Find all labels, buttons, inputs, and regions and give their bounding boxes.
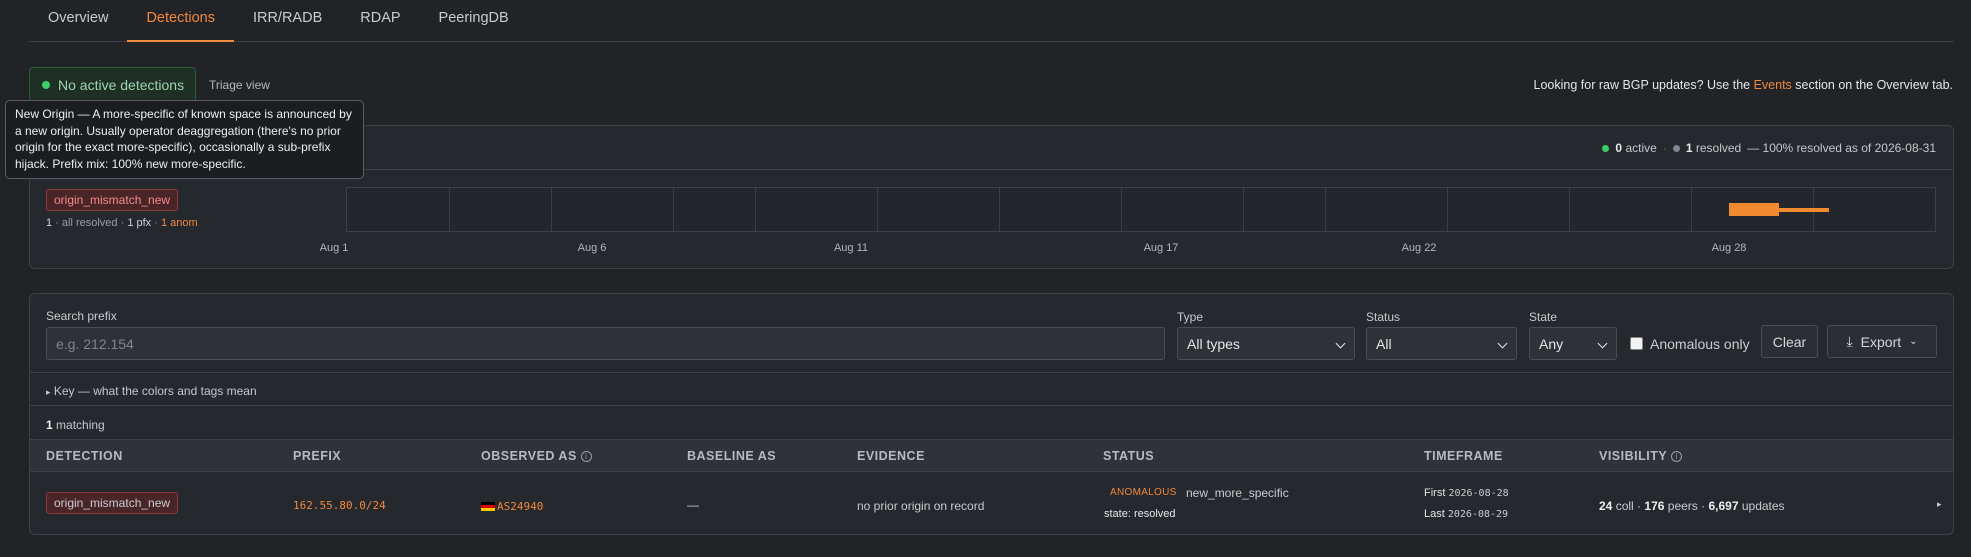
anomalous-only-checkbox[interactable] [1630, 337, 1643, 350]
search-label: Search prefix [46, 309, 117, 323]
key-label: Key — what the colors and tags mean [53, 384, 257, 398]
tab-rdap[interactable]: RDAP [341, 0, 419, 42]
type-label: Type [1177, 310, 1204, 324]
axis-label: Aug 22 [1401, 242, 1437, 254]
lane-meta: 1 · all resolved · 1 pfx · 1 anom [46, 217, 198, 229]
th-status[interactable]: STATUS [1103, 449, 1154, 463]
tab-detections[interactable]: Detections [127, 0, 234, 42]
status-filter-label: Status [1366, 310, 1401, 324]
timeline-gridline [1325, 188, 1326, 231]
last-seen: Last 2026-08-29 [1424, 508, 1509, 520]
th-evidence[interactable]: EVIDENCE [857, 449, 925, 463]
anomalous-only-label[interactable]: Anomalous only [1650, 336, 1750, 352]
clear-label: Clear [1772, 333, 1807, 350]
tab-bar: Overview Detections IRR/RADB RDAP Peerin… [29, 0, 1954, 42]
clear-button[interactable]: Clear [1761, 325, 1818, 358]
export-label: Export [1860, 333, 1902, 350]
axis-label: Aug 11 [833, 242, 869, 254]
timeline-gridline [673, 188, 674, 231]
anomalous-badge: ANOMALOUS [1110, 487, 1177, 498]
detection-tag[interactable]: origin_mismatch_new [46, 492, 179, 514]
info-icon[interactable]: i [1671, 451, 1683, 462]
th-detection[interactable]: DETECTION [46, 449, 123, 463]
events-link[interactable]: Events [1754, 78, 1792, 92]
axis-label: Aug 17 [1143, 242, 1179, 254]
status-label: No active detections [58, 76, 185, 93]
timeline-gridline [1691, 188, 1692, 231]
table-header: DETECTION PREFIX OBSERVED AS i BASELINE A… [30, 439, 1953, 472]
state-text: state: resolved [1104, 508, 1176, 520]
triangle-right-icon: ▸ [46, 387, 51, 397]
matching-count: 1 matching [46, 418, 105, 432]
state-label: State [1529, 310, 1558, 324]
state-select[interactable]: Any [1529, 327, 1617, 360]
timeline-gridline [1243, 188, 1244, 231]
active-count: 0 [1615, 141, 1623, 155]
th-timeframe[interactable]: TIMEFRAME [1424, 449, 1503, 463]
tab-irr-radb[interactable]: IRR/RADB [234, 0, 341, 42]
hint-suffix: section on the Overview tab. [1791, 78, 1953, 92]
detections-panel: Search prefix e.g. 212.154 Type All type… [29, 293, 1954, 535]
germany-flag-icon [481, 502, 495, 511]
info-icon[interactable]: i [580, 451, 592, 462]
timeline-gridline [1569, 188, 1570, 231]
prefix-link[interactable]: 162.55.80.0/24 [293, 499, 386, 512]
observed-as-cell[interactable]: AS24940 [481, 499, 543, 513]
th-baseline-as[interactable]: BASELINE AS [687, 449, 776, 463]
th-visibility[interactable]: VISIBILITY i [1599, 449, 1683, 463]
timeline-gridline [999, 188, 1000, 231]
status-select[interactable]: All [1366, 327, 1517, 360]
type-select[interactable]: All types [1177, 327, 1355, 360]
active-label: active [1625, 141, 1657, 155]
axis-label: Aug 28 [1711, 242, 1747, 254]
timeline-bar-tail[interactable] [1779, 208, 1829, 212]
detection-status-badge: No active detections [29, 67, 196, 102]
status-type: new_more_specific [1186, 486, 1289, 500]
lane-tag-origin-mismatch-new[interactable]: origin_mismatch_new [46, 189, 179, 211]
timeline-summary: 0 active · 1 resolved — 100% resolved as… [1602, 141, 1936, 155]
resolved-count: 1 [1685, 141, 1693, 155]
tab-peeringdb[interactable]: PeeringDB [420, 0, 528, 42]
axis-label: Aug 6 [577, 242, 607, 254]
chevron-down-icon: ⌄ [1909, 336, 1918, 347]
status-dot-icon [42, 80, 50, 89]
timeline-gridline [755, 188, 756, 231]
export-button[interactable]: ⤓ Export ⌄ [1827, 325, 1937, 358]
th-prefix[interactable]: PREFIX [293, 449, 341, 463]
th-observed-as[interactable]: OBSERVED AS i [481, 449, 592, 463]
download-icon: ⤓ [1846, 333, 1853, 349]
tab-overview[interactable]: Overview [29, 0, 127, 42]
first-seen: First 2026-08-28 [1424, 487, 1509, 499]
events-hint: Looking for raw BGP updates? Use the Eve… [1534, 78, 1953, 92]
hint-prefix: Looking for raw BGP updates? Use the [1533, 78, 1754, 92]
timeline-gridline [877, 188, 878, 231]
axis-label: Aug 1 [319, 242, 349, 254]
detection-type-tooltip: New Origin — A more-specific of known sp… [5, 100, 364, 179]
search-prefix-input[interactable]: e.g. 212.154 [46, 327, 1165, 360]
expand-row-icon[interactable]: ▸ [1937, 499, 1942, 510]
triage-view-link[interactable]: Triage view [209, 78, 270, 92]
evidence-cell: no prior origin on record [857, 499, 985, 513]
resolved-label: resolved [1695, 141, 1742, 155]
timeline-gridline [1447, 188, 1448, 231]
active-dot-icon [1602, 144, 1610, 152]
key-toggle[interactable]: ▸ Key — what the colors and tags mean [30, 372, 1953, 406]
timeline-gridline [449, 188, 450, 231]
timeline-gridline [551, 188, 552, 231]
timeline-gridline [1121, 188, 1122, 231]
resolved-dot-icon [1672, 144, 1680, 152]
timeline-track [346, 187, 1936, 232]
baseline-as-cell: — [687, 498, 699, 512]
timeline-bar-anomalous[interactable] [1729, 203, 1779, 216]
visibility-cell: 24 coll · 176 peers · 6,697 updates [1599, 499, 1785, 513]
resolved-note: — 100% resolved as of 2026-08-31 [1747, 141, 1936, 155]
